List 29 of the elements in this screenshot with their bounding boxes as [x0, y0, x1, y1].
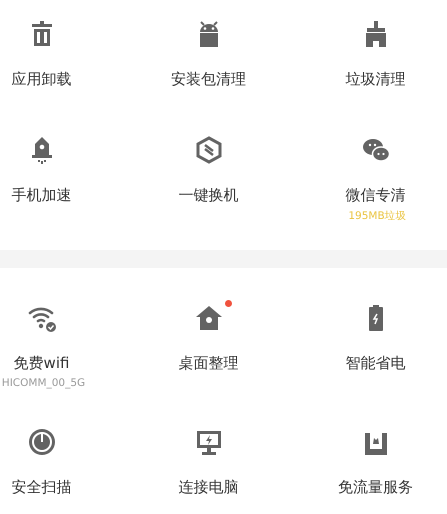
tool-label[interactable]: 手机加速 — [12, 186, 72, 205]
tool-label[interactable]: 应用卸载 — [12, 70, 72, 89]
house-icon — [194, 303, 224, 333]
tool-subtitle: 195MB垃圾 — [347, 209, 407, 223]
tool-item[interactable]: 应用卸载 — [0, 18, 125, 134]
tool-label[interactable]: 智能省电 — [346, 354, 406, 373]
tool-item[interactable]: 微信专清 195MB垃圾 — [292, 134, 447, 250]
tool-item[interactable]: 安全扫描 — [0, 426, 125, 514]
tool-subtitle: HICOMM_00_5G — [0, 377, 86, 389]
hexagon-swap-icon — [194, 135, 224, 165]
tool-item[interactable]: 免流量服务 — [292, 426, 447, 514]
tool-label[interactable]: 连接电脑 — [178, 478, 238, 497]
tool-item[interactable]: 桌面整理 — [125, 302, 292, 426]
power-dial-icon — [26, 427, 56, 457]
tool-label[interactable]: 免费wifi — [14, 354, 70, 373]
tool-item[interactable]: 智能省电 — [292, 302, 447, 426]
tool-item[interactable]: 连接电脑 — [125, 426, 292, 514]
tool-label[interactable]: 桌面整理 — [178, 354, 238, 373]
tool-item[interactable]: 手机加速 — [0, 134, 125, 250]
tool-item[interactable]: 垃圾清理 — [292, 18, 447, 134]
tool-item[interactable]: 一键换机 — [125, 134, 292, 250]
tool-item[interactable]: 安装包清理 — [125, 18, 292, 134]
tool-item[interactable]: 免费wifi HICOMM_00_5G — [0, 302, 125, 426]
tool-label[interactable]: 安装包清理 — [171, 70, 246, 89]
tool-label[interactable]: 垃圾清理 — [346, 70, 406, 89]
tool-label[interactable]: 一键换机 — [178, 186, 238, 205]
tool-label[interactable]: 微信专清 — [346, 186, 406, 205]
tool-label[interactable]: 免流量服务 — [338, 478, 413, 497]
tool-label[interactable]: 安全扫描 — [12, 478, 72, 497]
